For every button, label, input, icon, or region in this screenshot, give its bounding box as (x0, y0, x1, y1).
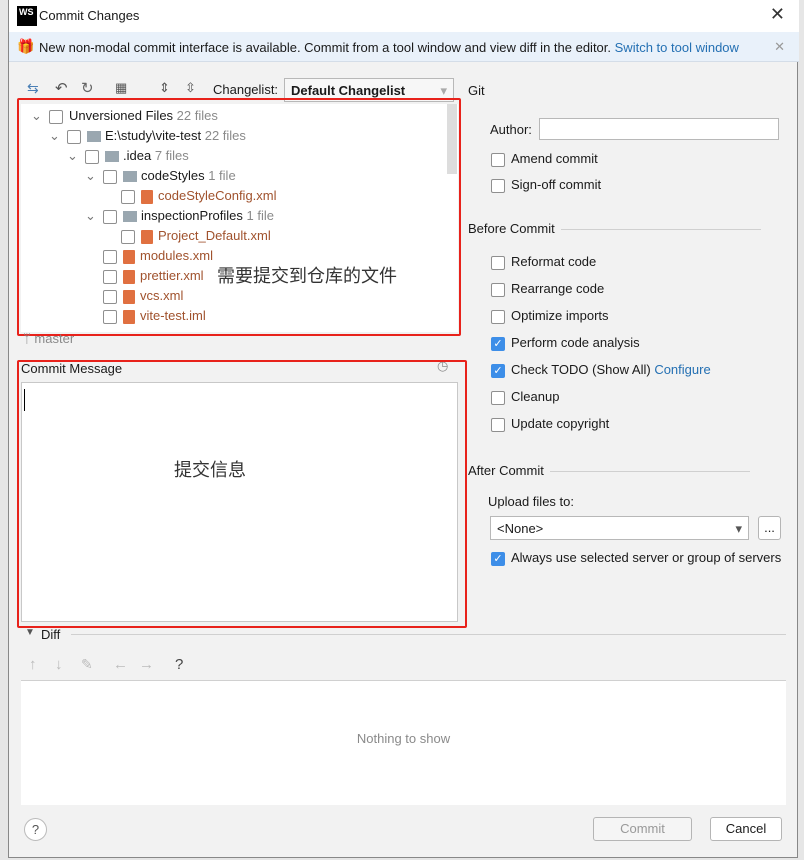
group-by-icon[interactable]: ▦ (115, 80, 127, 96)
option-label: Perform code analysis (511, 335, 640, 350)
before-commit-option[interactable]: Optimize imports (491, 308, 609, 324)
checkbox[interactable] (491, 417, 505, 432)
configure-link[interactable]: Configure (654, 362, 710, 377)
banner-text: New non-modal commit interface is availa… (39, 40, 612, 55)
checkbox[interactable] (491, 309, 505, 324)
signoff-commit-checkbox[interactable]: Sign-off commit (491, 177, 601, 193)
diff-help-icon[interactable]: ? (175, 656, 183, 673)
message-annotation: 提交信息 (174, 460, 246, 480)
title-bar: WS Commit Changes ✕ (9, 0, 799, 32)
next-difference-icon[interactable]: ↓ (55, 656, 63, 673)
gift-icon: 🎁 (17, 38, 35, 54)
checkbox[interactable]: ✓ (491, 363, 505, 378)
background-window-sliver (0, 80, 8, 100)
diff-viewer: Nothing to show (21, 680, 786, 805)
previous-file-icon[interactable]: ← (113, 656, 128, 673)
switch-to-tool-window-link[interactable]: Switch to tool window (615, 40, 739, 55)
diff-header: Diff (41, 627, 61, 642)
files-annotation: 需要提交到仓库的文件 (217, 266, 397, 286)
edit-source-icon[interactable]: ✎ (81, 656, 93, 673)
before-commit-option[interactable]: Rearrange code (491, 281, 604, 297)
info-banner: 🎁 New non-modal commit interface is avai… (9, 32, 799, 62)
amend-commit-checkbox[interactable]: Amend commit (491, 151, 598, 167)
before-commit-option[interactable]: Cleanup (491, 389, 559, 405)
divider (71, 634, 786, 635)
git-header: Git (468, 83, 485, 98)
collapse-all-icon[interactable]: ⇳ (185, 80, 196, 96)
upload-server-dropdown[interactable]: <None> ▾ (490, 516, 749, 540)
refresh-icon[interactable]: ↻ (81, 79, 94, 97)
expand-all-icon[interactable]: ⇕ (159, 80, 170, 96)
option-label: Reformat code (511, 254, 597, 269)
close-icon[interactable]: ✕ (770, 4, 785, 25)
branch-label: ᛘ master (23, 331, 75, 346)
banner-close-icon[interactable]: ✕ (774, 39, 785, 55)
author-label: Author: (490, 122, 532, 137)
option-label: Update copyright (511, 416, 610, 431)
next-file-icon[interactable]: → (139, 656, 154, 673)
show-diff-icon[interactable]: ⇆ (27, 80, 39, 97)
files-highlight-box (17, 98, 461, 336)
always-use-server-checkbox[interactable]: ✓ Always use selected server or group of … (491, 550, 781, 566)
checkbox[interactable]: ✓ (491, 336, 505, 351)
before-commit-header: Before Commit (468, 221, 761, 236)
window-title: Commit Changes (39, 8, 140, 23)
checkbox[interactable] (491, 255, 505, 270)
commit-dialog: WS Commit Changes ✕ 🎁 New non-modal comm… (8, 0, 799, 858)
message-highlight-box (17, 360, 467, 628)
cancel-button[interactable]: Cancel (710, 817, 782, 841)
before-commit-option[interactable]: Update copyright (491, 416, 609, 432)
changelist-label: Changelist: (213, 82, 279, 97)
before-commit-option[interactable]: ✓ Check TODO (Show All) Configure (491, 362, 711, 378)
option-label: Optimize imports (511, 308, 609, 323)
diff-empty-text: Nothing to show (356, 731, 451, 746)
before-commit-option[interactable]: Reformat code (491, 254, 596, 270)
option-label: Rearrange code (511, 281, 605, 296)
author-input[interactable] (539, 118, 779, 140)
commit-button[interactable]: Commit (593, 817, 692, 841)
upload-label: Upload files to: (488, 494, 574, 509)
checkbox[interactable] (491, 282, 505, 297)
branch-icon: ᛘ (23, 331, 35, 346)
option-label: Cleanup (511, 389, 560, 404)
browse-servers-button[interactable]: ... (758, 516, 781, 540)
after-commit-header: After Commit (468, 463, 750, 478)
option-label: Check TODO (Show All) (511, 362, 651, 377)
previous-difference-icon[interactable]: ↑ (29, 656, 37, 673)
rollback-icon[interactable]: ↶ (55, 79, 68, 97)
help-button[interactable]: ? (24, 818, 47, 841)
collapse-diff-icon[interactable]: ▼ (25, 627, 35, 638)
before-commit-option[interactable]: ✓ Perform code analysis (491, 335, 640, 351)
checkbox[interactable] (491, 390, 505, 405)
webstorm-logo: WS (17, 6, 37, 26)
